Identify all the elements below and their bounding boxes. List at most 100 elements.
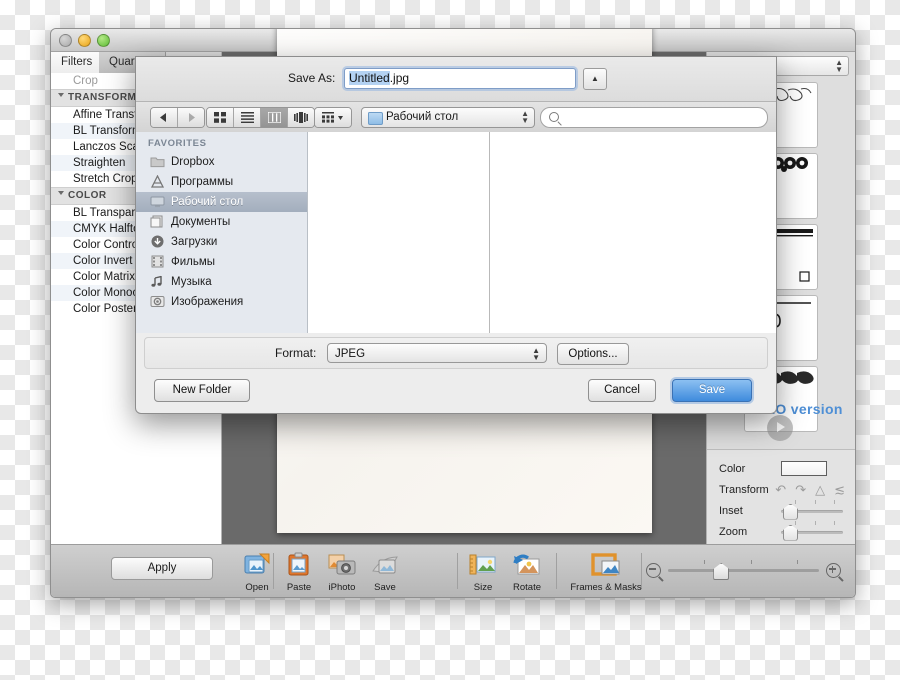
frames-masks-icon — [590, 551, 622, 581]
favorites-item-label: Документы — [171, 216, 231, 228]
toolbar-separator — [556, 553, 557, 589]
filter-group-label: TRANSFORM — [68, 92, 137, 103]
filename-extension-text: .jpg — [389, 71, 410, 85]
frame-controls: Color Transform ↶ ↷ △ ≲ Inset Zoom — [707, 449, 855, 545]
expand-dialog-button[interactable]: ▲ — [583, 68, 607, 90]
rotate-left-icon[interactable]: ↶ — [775, 483, 786, 496]
cancel-button[interactable]: Cancel — [588, 379, 656, 402]
browser-column[interactable] — [308, 132, 490, 333]
favorites-sidebar: FAVORITES Dropbox Программы Рабочий стол До… — [136, 132, 308, 333]
favorites-item-5[interactable]: Фильмы — [136, 252, 307, 272]
inset-slider[interactable] — [781, 499, 845, 520]
filter-group-label: COLOR — [68, 190, 107, 201]
music-icon — [150, 275, 165, 289]
color-control-row: Color — [719, 458, 845, 479]
favorites-item-1[interactable]: Программы — [136, 172, 307, 192]
frame-zoom-slider[interactable] — [781, 520, 845, 541]
documents-icon — [150, 215, 165, 229]
toolbar-item-save[interactable]: Save — [359, 551, 411, 593]
screenshot-root: Untitled Filters Quartz CropTRANSFORMAff… — [0, 0, 900, 680]
flip-vertical-icon[interactable]: ≲ — [834, 483, 845, 496]
favorites-item-2[interactable]: Рабочий стол — [136, 192, 307, 212]
iphoto-camera-icon — [326, 551, 358, 581]
filename-input[interactable]: Untitled.jpg — [344, 68, 576, 89]
action-menu-button[interactable] — [314, 107, 352, 128]
toolbar-label: Save — [374, 582, 396, 593]
flip-horizontal-icon[interactable]: △ — [815, 483, 825, 496]
favorites-item-label: Фильмы — [171, 256, 216, 268]
zoom-control[interactable] — [646, 560, 841, 580]
color-swatch[interactable] — [781, 461, 827, 476]
favorites-item-label: Изображения — [171, 296, 244, 308]
action-grid-icon[interactable] — [315, 108, 351, 127]
bottom-toolbar: Apply Open Paste iPhoto Save Size Rotate… — [51, 544, 855, 597]
inset-control-row: Inset — [719, 499, 845, 521]
history-segmented-control[interactable] — [150, 107, 205, 128]
save-dialog-navbar: Рабочий стол ▲ ▼ — [136, 102, 776, 133]
new-folder-button[interactable]: New Folder — [154, 379, 250, 402]
back-arrow-icon[interactable] — [151, 108, 178, 127]
browser-column[interactable] — [490, 132, 776, 333]
zoom-slider[interactable] — [668, 560, 819, 580]
rotate-right-icon[interactable]: ↷ — [795, 483, 806, 496]
toolbar-item-frames-masks[interactable]: Frames & Masks — [569, 551, 643, 593]
favorites-item-7[interactable]: Изображения — [136, 292, 307, 312]
location-value: Рабочий стол — [386, 111, 459, 123]
filename-selected-text: Untitled — [349, 71, 390, 85]
apply-button[interactable]: Apply — [111, 557, 213, 580]
column-browser[interactable] — [308, 132, 776, 333]
file-browser: FAVORITES Dropbox Программы Рабочий стол До… — [136, 132, 776, 333]
pictures-icon — [150, 295, 165, 309]
format-popup-button[interactable]: JPEG ▲ ▼ — [327, 343, 547, 363]
search-input[interactable] — [540, 107, 768, 128]
favorites-item-6[interactable]: Музыка — [136, 272, 307, 292]
stepper-arrows-icon: ▲ ▼ — [835, 58, 843, 74]
transform-control-row: Transform ↶ ↷ △ ≲ — [719, 479, 845, 500]
paste-clipboard-icon — [283, 551, 315, 581]
zoom-slider-knob[interactable] — [713, 563, 730, 580]
applications-icon — [150, 174, 165, 189]
options-button[interactable]: Options... — [557, 343, 629, 365]
save-dialog-buttons: New Folder Cancel Save — [136, 373, 776, 413]
folder-icon — [150, 155, 165, 169]
favorites-header: FAVORITES — [148, 138, 207, 149]
disclosure-triangle-icon[interactable] — [58, 93, 64, 97]
favorites-item-0[interactable]: Dropbox — [136, 152, 307, 172]
forward-arrow-icon[interactable] — [178, 108, 204, 127]
rotate-image-icon — [511, 551, 543, 581]
favorites-item-4[interactable]: Загрузки — [136, 232, 307, 252]
movies-icon — [150, 255, 165, 269]
zoom-control-row: Zoom — [719, 520, 845, 542]
column-view-icon[interactable] — [261, 108, 288, 127]
save-dialog: Save As: Untitled.jpg ▲ Рабочий стол ▲ ▼… — [135, 56, 777, 414]
favorites-item-label: Dropbox — [171, 156, 215, 168]
play-badge-icon — [767, 415, 793, 441]
favorites-list[interactable]: Dropbox Программы Рабочий стол Документы Заг… — [136, 152, 307, 312]
frame-zoom-label: Zoom — [719, 525, 748, 538]
disclosure-triangle-icon[interactable] — [58, 191, 64, 195]
coverflow-view-icon[interactable] — [288, 108, 314, 127]
zoom-out-icon[interactable] — [646, 562, 661, 578]
favorites-item-3[interactable]: Документы — [136, 212, 307, 232]
save-image-icon — [369, 551, 401, 581]
frame-zoom-slider-knob[interactable] — [783, 524, 798, 541]
favorites-item-label: Программы — [171, 176, 234, 188]
view-mode-segmented-control[interactable] — [206, 107, 315, 128]
format-row: Format: JPEG ▲ ▼ Options... — [144, 337, 768, 369]
resize-ruler-icon — [467, 551, 499, 581]
save-as-label: Save As: — [288, 71, 336, 85]
favorites-item-label: Загрузки — [171, 236, 218, 248]
inset-label: Inset — [719, 504, 743, 517]
location-popup-button[interactable]: Рабочий стол ▲ ▼ — [361, 107, 535, 128]
favorites-item-label: Рабочий стол — [171, 196, 244, 208]
color-label: Color — [719, 462, 746, 475]
format-value: JPEG — [335, 348, 366, 360]
zoom-in-icon[interactable] — [826, 562, 841, 578]
inset-slider-knob[interactable] — [783, 503, 798, 520]
stepper-arrows-icon: ▲ ▼ — [532, 346, 540, 362]
list-view-icon[interactable] — [234, 108, 261, 127]
toolbar-item-rotate[interactable]: Rotate — [501, 551, 553, 593]
save-button[interactable]: Save — [672, 379, 752, 402]
search-icon — [549, 112, 559, 122]
icon-view-icon[interactable] — [207, 108, 234, 127]
